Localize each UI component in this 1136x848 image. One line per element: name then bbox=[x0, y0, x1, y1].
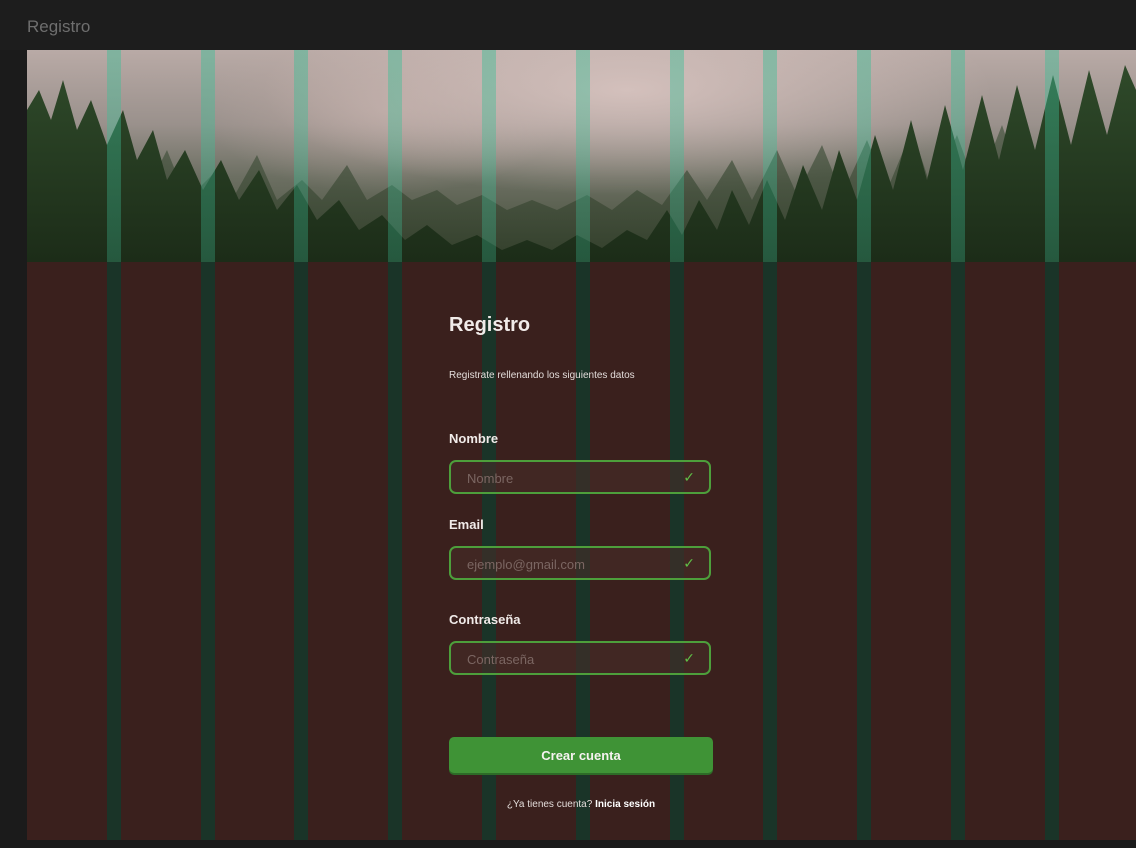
forest-illustration bbox=[27, 65, 1136, 262]
check-icon: ✓ bbox=[683, 650, 695, 666]
window-title: Registro bbox=[27, 17, 91, 36]
name-field[interactable]: ✓ bbox=[449, 460, 711, 494]
email-input[interactable] bbox=[465, 548, 669, 580]
login-prompt: ¿Ya tienes cuenta? Inicia sesión bbox=[449, 799, 713, 810]
check-icon: ✓ bbox=[683, 555, 695, 571]
check-icon: ✓ bbox=[683, 469, 695, 485]
name-input[interactable] bbox=[465, 462, 669, 494]
email-label: Email bbox=[449, 517, 484, 532]
top-bar: Registro bbox=[0, 0, 1136, 50]
login-prompt-text: ¿Ya tienes cuenta? bbox=[506, 799, 593, 810]
password-label: Contraseña bbox=[449, 612, 521, 627]
login-link[interactable]: Inicia sesión bbox=[595, 799, 655, 810]
forest-hero-image bbox=[27, 50, 1136, 262]
design-frame: Registro Registrate rellenando los sigui… bbox=[27, 50, 1136, 840]
password-field[interactable]: ✓ bbox=[449, 641, 711, 675]
create-account-button[interactable]: Crear cuenta bbox=[449, 737, 713, 773]
name-label: Nombre bbox=[449, 431, 499, 446]
email-field[interactable]: ✓ bbox=[449, 546, 711, 580]
password-input[interactable] bbox=[465, 643, 669, 675]
form-title: Registro bbox=[449, 314, 531, 336]
form-subtitle: Registrate rellenando los siguientes dat… bbox=[449, 370, 635, 381]
